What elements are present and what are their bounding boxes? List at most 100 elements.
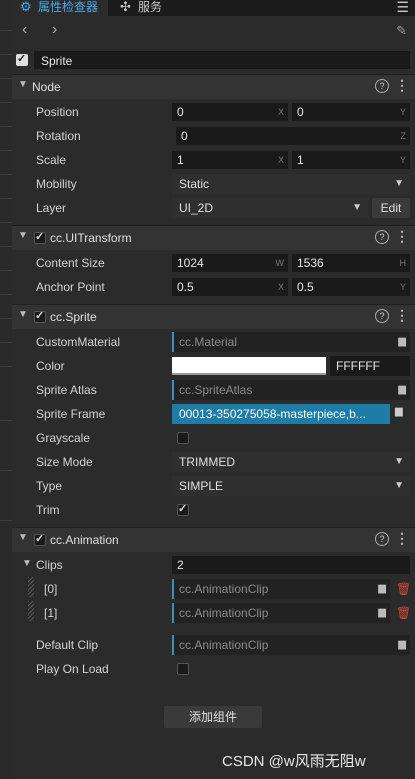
help-icon[interactable]: ? <box>375 532 389 546</box>
clip-0-index: [0] <box>44 582 58 596</box>
node-active-checkbox[interactable] <box>16 52 28 66</box>
axis-x-label: X <box>277 282 284 292</box>
lock-icon[interactable]: ▆ <box>378 579 386 599</box>
axis-y-label: Y <box>399 107 406 117</box>
collapse-arrow-icon[interactable]: ▼ <box>18 230 28 241</box>
forward-icon[interactable]: › <box>52 21 57 39</box>
color-hex-input[interactable]: FFFFFF <box>330 356 410 376</box>
lock-icon[interactable]: ▆ <box>395 406 403 417</box>
section-uitransform[interactable]: ▼ cc.UITransform ? ⋮ <box>12 225 415 250</box>
help-icon[interactable]: ? <box>375 309 389 323</box>
node-name-input[interactable]: Sprite <box>34 51 410 69</box>
lock-icon[interactable]: ▆ <box>398 332 406 352</box>
scale-y-value: 1 <box>297 153 304 167</box>
layer-label: Layer <box>36 201 67 215</box>
more-icon[interactable]: ⋮ <box>395 228 409 245</box>
content-size-label: Content Size <box>36 256 105 270</box>
scale-label: Scale <box>36 153 67 167</box>
section-animation[interactable]: ▼ cc.Animation ? ⋮ <box>12 527 415 552</box>
collapse-arrow-icon[interactable]: ▼ <box>18 309 28 320</box>
node-name-row: Sprite <box>12 47 415 73</box>
trash-icon[interactable]: 🗑 <box>396 582 411 596</box>
row-grayscale: Grayscale <box>12 426 415 450</box>
drag-handle-icon[interactable] <box>28 577 34 597</box>
row-default-clip: Default Clip cc.AnimationClip ▆ <box>12 633 415 657</box>
drag-handle-icon[interactable] <box>28 601 34 621</box>
chevron-down-icon: ▼ <box>352 202 362 213</box>
trim-checkbox[interactable] <box>177 502 189 516</box>
sprite-atlas-value: cc.SpriteAtlas <box>179 383 253 397</box>
services-icon: ✣ <box>120 0 131 14</box>
row-clip-1: [1] cc.AnimationClip ▆ 🗑 <box>12 601 415 625</box>
row-sprite-frame: Sprite Frame 00013-350275058-masterpiece… <box>12 402 415 426</box>
custom-material-value: cc.Material <box>179 335 238 349</box>
lock-icon[interactable]: ▆ <box>378 603 386 623</box>
size-mode-value: TRIMMED <box>179 455 235 469</box>
pin-icon[interactable]: ✎ <box>396 23 407 39</box>
more-icon[interactable]: ⋮ <box>395 307 409 324</box>
sprite-enabled-checkbox[interactable] <box>34 309 46 323</box>
row-layer: Layer UI_2D ▼ Edit <box>12 196 415 220</box>
size-mode-select[interactable]: TRIMMED ▼ <box>172 452 410 472</box>
rotation-z-input[interactable]: 0Z <box>176 127 410 145</box>
clip-1-asset-field[interactable]: cc.AnimationClip ▆ <box>172 603 390 623</box>
position-y-input[interactable]: 0Y <box>292 103 410 121</box>
lock-icon[interactable]: ▆ <box>398 380 406 400</box>
clips-expand-arrow-icon[interactable]: ▼ <box>22 558 32 569</box>
tab-bar: ⚙ 属性检查器 ✣ 服务 ☰ <box>12 0 415 16</box>
back-icon[interactable]: ‹ <box>22 21 27 39</box>
anchor-x-input[interactable]: 0.5 X <box>172 278 288 296</box>
uitransform-enabled-checkbox[interactable] <box>34 230 46 244</box>
lock-icon[interactable]: ▆ <box>398 635 406 655</box>
default-clip-asset-field[interactable]: cc.AnimationClip ▆ <box>172 635 410 655</box>
mobility-label: Mobility <box>36 177 77 191</box>
collapse-arrow-icon[interactable]: ▼ <box>18 532 28 543</box>
section-sprite[interactable]: ▼ cc.Sprite ? ⋮ <box>12 304 415 329</box>
content-width-value: 1024 <box>177 256 204 270</box>
scale-y-input[interactable]: 1Y <box>292 151 410 169</box>
tab-inspector[interactable]: ⚙ 属性检查器 <box>12 0 108 16</box>
menu-icon[interactable]: ☰ <box>396 0 409 16</box>
grayscale-checkbox[interactable] <box>177 432 189 444</box>
clip-0-asset-field[interactable]: cc.AnimationClip ▆ <box>172 579 390 599</box>
anchor-y-value: 0.5 <box>297 280 314 294</box>
trash-icon[interactable]: 🗑 <box>396 606 411 620</box>
clips-count-input[interactable]: 2 <box>172 556 410 574</box>
add-component-button[interactable]: 添加组件 <box>164 706 262 728</box>
mobility-select[interactable]: Static ▼ <box>172 174 410 194</box>
animation-enabled-checkbox[interactable] <box>34 532 46 546</box>
tab-services[interactable]: ✣ 服务 <box>112 0 174 16</box>
axis-z-label: Z <box>400 131 407 141</box>
layer-select[interactable]: UI_2D ▼ <box>172 198 368 218</box>
collapse-arrow-icon[interactable]: ▼ <box>18 79 28 90</box>
content-height-input[interactable]: 1536 H <box>292 254 410 272</box>
help-icon[interactable]: ? <box>375 79 389 93</box>
help-icon[interactable]: ? <box>375 230 389 244</box>
sprite-frame-asset-field[interactable]: 00013-350275058-masterpiece,b... <box>172 404 390 424</box>
more-icon[interactable]: ⋮ <box>395 77 409 94</box>
play-on-load-checkbox[interactable] <box>177 663 189 675</box>
anchor-y-input[interactable]: 0.5 Y <box>292 278 410 296</box>
row-type: Type SIMPLE ▼ <box>12 474 415 498</box>
type-select[interactable]: SIMPLE ▼ <box>172 476 410 496</box>
row-custom-material: CustomMaterial cc.Material ▆ <box>12 330 415 354</box>
color-label: Color <box>36 359 65 373</box>
rotation-label: Rotation <box>36 129 81 143</box>
axis-x-label: X <box>277 107 284 117</box>
row-size-mode: Size Mode TRIMMED ▼ <box>12 450 415 474</box>
inspector-panel: ⚙ 属性检查器 ✣ 服务 ☰ ‹ › ✎ Sprite ▼ Node ? ⋮ P… <box>12 0 415 779</box>
scale-x-input[interactable]: 1X <box>172 151 288 169</box>
row-anchor-point: Anchor Point 0.5 X 0.5 Y <box>12 275 415 299</box>
more-icon[interactable]: ⋮ <box>395 530 409 547</box>
layer-edit-button[interactable]: Edit <box>372 198 410 218</box>
custom-material-asset-field[interactable]: cc.Material ▆ <box>172 332 410 352</box>
sprite-atlas-asset-field[interactable]: cc.SpriteAtlas ▆ <box>172 380 410 400</box>
position-x-value: 0 <box>177 105 184 119</box>
color-swatch[interactable] <box>172 357 326 375</box>
clip-1-index: [1] <box>44 606 58 620</box>
content-width-input[interactable]: 1024 W <box>172 254 288 272</box>
section-node[interactable]: ▼ Node ? ⋮ <box>12 74 415 99</box>
layer-value: UI_2D <box>179 201 214 215</box>
position-x-input[interactable]: 0X <box>172 103 288 121</box>
clip-1-value: cc.AnimationClip <box>179 606 269 620</box>
